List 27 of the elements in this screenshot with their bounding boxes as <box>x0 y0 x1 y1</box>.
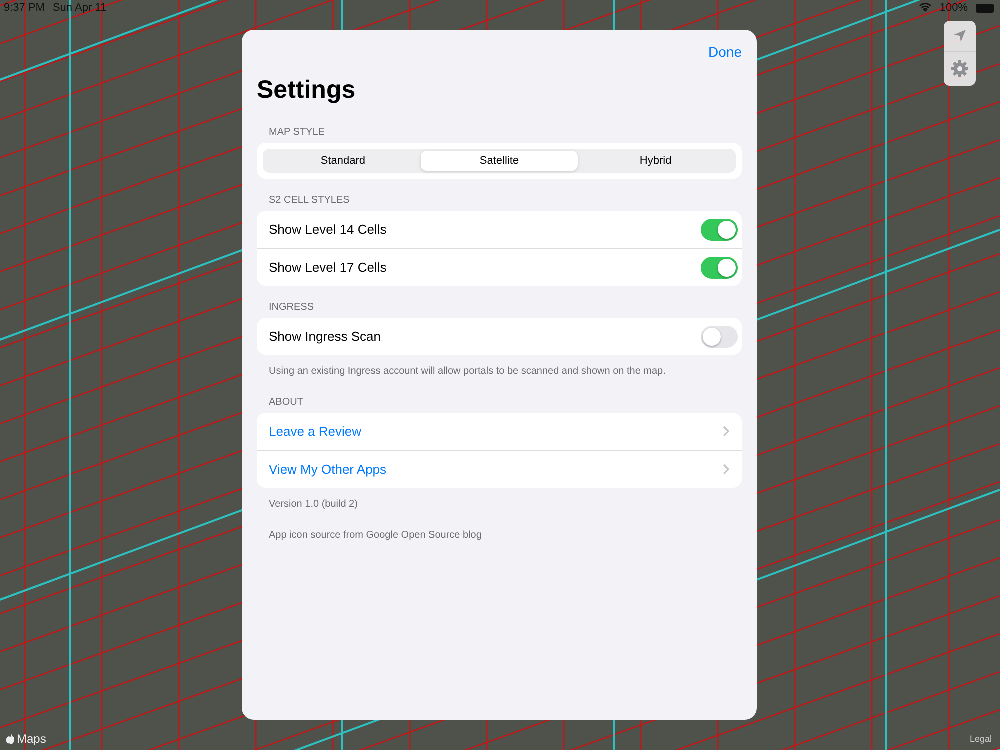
legal-link[interactable]: Legal <box>970 734 992 744</box>
wifi-icon <box>918 2 932 12</box>
map-style-segment[interactable]: Satellite <box>421 151 578 171</box>
map-style-segment[interactable]: Hybrid <box>578 151 734 171</box>
toggle-label: Show Ingress Scan <box>269 329 382 344</box>
section-footer: Version 1.0 (build 2) <box>269 499 730 510</box>
location-arrow-icon[interactable] <box>953 29 967 43</box>
settings-icon[interactable] <box>951 60 969 78</box>
section-header: INGRESS <box>269 302 316 313</box>
link-row[interactable]: Leave a Review <box>269 424 723 439</box>
apple-logo-icon <box>6 734 15 744</box>
toggle-label: Show Level 17 Cells <box>269 260 388 275</box>
toggle-switch[interactable] <box>701 256 738 278</box>
section-footer: Using an existing Ingress account will allow portals to be scanned and shown on the map. <box>269 366 730 377</box>
section-header: MAP STYLE <box>269 127 326 138</box>
chevron-right-icon <box>723 464 730 475</box>
toggle-switch[interactable] <box>701 218 738 240</box>
section-header: ABOUT <box>269 397 304 408</box>
toggle-label: Show Level 14 Cells <box>269 222 388 237</box>
section-header: S2 CELL STYLES <box>269 195 351 206</box>
settings-title: Settings <box>257 76 357 105</box>
toggle-switch[interactable] <box>701 326 738 348</box>
section-footer: App icon source from Google Open Source blog <box>269 530 730 541</box>
link-row[interactable]: View My Other Apps <box>269 462 723 477</box>
map-style-segment[interactable]: Standard <box>265 151 422 171</box>
done-button[interactable]: Done <box>708 42 742 62</box>
chevron-right-icon <box>723 426 730 437</box>
